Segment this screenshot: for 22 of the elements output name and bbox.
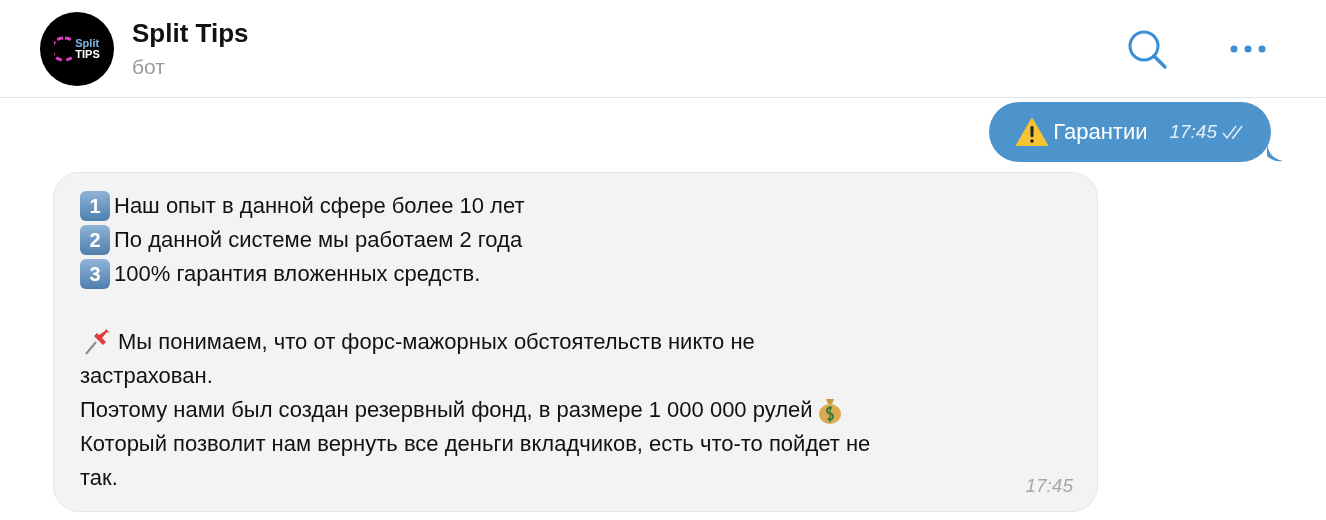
logo-text: TIPS bbox=[75, 48, 100, 60]
message-text: Который позволит нам вернуть все деньги вкладчиков, есть что-то пойдет не bbox=[80, 431, 871, 457]
number-badge: 2 bbox=[80, 225, 110, 255]
logo-text: Split bbox=[75, 37, 100, 49]
message-time: 17:45 bbox=[1169, 121, 1217, 143]
message-text: Гарантии bbox=[1053, 119, 1148, 145]
warning-icon bbox=[1015, 117, 1050, 147]
ring-icon bbox=[54, 35, 73, 62]
message-text: застрахован. bbox=[80, 363, 213, 389]
message-text: Поэтому нами был создан резервный фонд, в размере 1 000 000 рулей bbox=[80, 397, 813, 423]
avatar[interactable]: Split TIPS bbox=[40, 11, 114, 86]
number-badge: 1 bbox=[80, 191, 110, 221]
more-icon[interactable] bbox=[1230, 44, 1266, 53]
message-text: По данной системе мы работаем 2 года bbox=[114, 227, 523, 253]
chat-title: Split Tips bbox=[132, 18, 249, 49]
message-text: Мы понимаем, что от форс-мажорных обстоятельств никто не bbox=[118, 329, 755, 355]
message-text: 100% гарантия вложенных средств. bbox=[114, 261, 481, 287]
message-time: 17:45 bbox=[1025, 475, 1073, 497]
message-text: Наш опыт в данной сфере более 10 лет bbox=[114, 193, 525, 219]
message-text: так. bbox=[80, 465, 118, 491]
chat-subtitle: бот bbox=[132, 55, 166, 79]
number-badge: 3 bbox=[80, 259, 110, 289]
